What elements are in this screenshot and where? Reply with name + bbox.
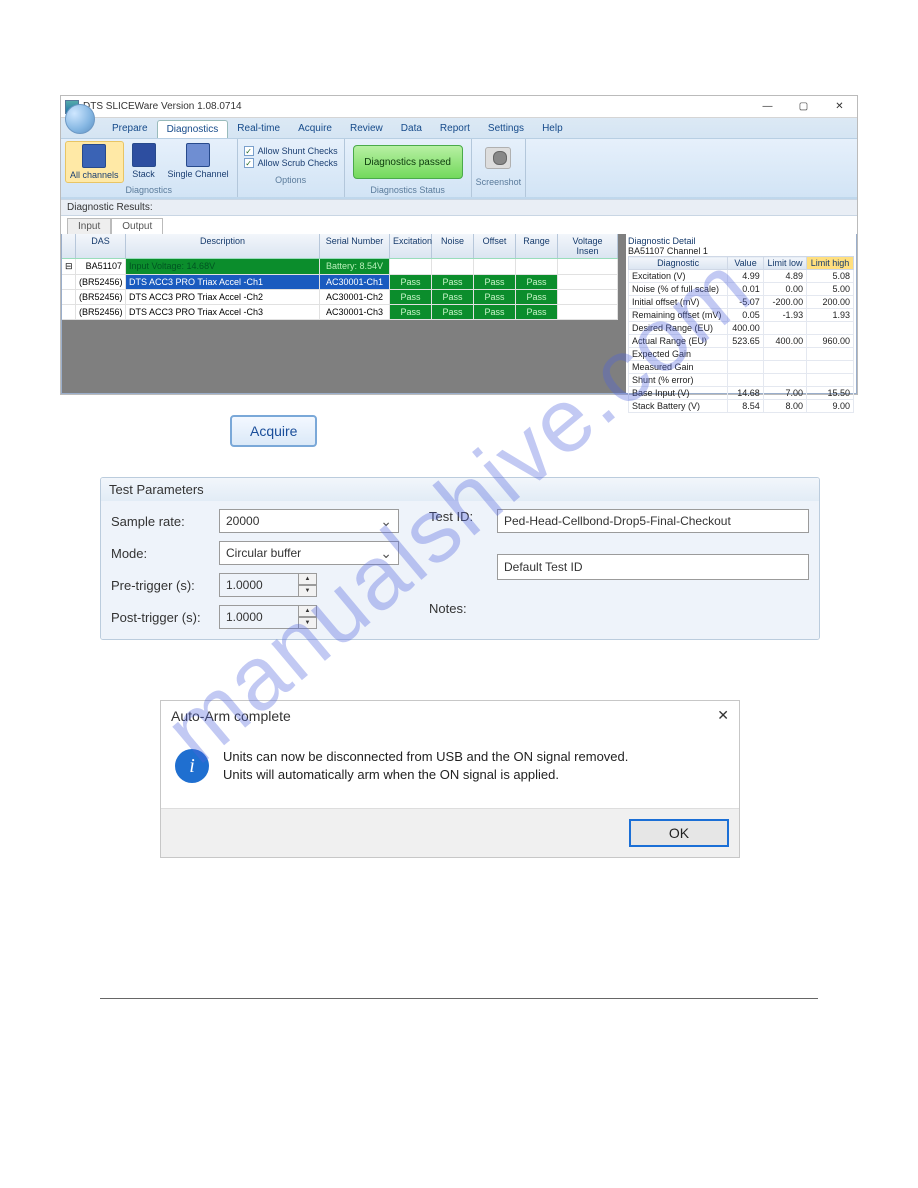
table-row[interactable]: (BR52456) DTS ACC3 PRO Triax Accel -Ch1 … xyxy=(62,275,618,290)
allow-scrub-checkbox[interactable]: ✓Allow Scrub Checks xyxy=(244,157,338,169)
diagnostic-detail-panel: Diagnostic Detail BA51107 Channel 1 Diag… xyxy=(626,234,856,393)
group-options-label: Options xyxy=(275,173,306,187)
stack-icon xyxy=(132,143,156,167)
post-trigger-label: Post-trigger (s): xyxy=(111,610,211,625)
menu-prepare[interactable]: Prepare xyxy=(103,120,157,138)
acquire-button[interactable]: Acquire xyxy=(230,415,317,447)
menu-help[interactable]: Help xyxy=(533,120,572,138)
chevron-up-icon[interactable]: ▲ xyxy=(299,605,317,617)
dialog-close-button[interactable]: ✕ xyxy=(717,707,729,724)
mode-label: Mode: xyxy=(111,546,211,561)
all-channels-icon xyxy=(82,144,106,168)
menu-diagnostics[interactable]: Diagnostics xyxy=(157,120,229,138)
diagnostic-results-label: Diagnostic Results: xyxy=(61,199,857,216)
table-row[interactable]: ⊟ BA51107 Input Voltage: 14.68V Battery:… xyxy=(62,259,618,275)
menu-realtime[interactable]: Real-time xyxy=(228,120,289,138)
sample-rate-combo[interactable]: 20000 xyxy=(219,509,399,533)
menu-settings[interactable]: Settings xyxy=(479,120,533,138)
test-id-label: Test ID: xyxy=(429,509,489,524)
auto-arm-dialog: Auto-Arm complete ✕ i Units can now be d… xyxy=(160,700,740,858)
app-orb-button[interactable] xyxy=(65,104,95,134)
menu-acquire[interactable]: Acquire xyxy=(289,120,341,138)
sample-rate-label: Sample rate: xyxy=(111,514,211,529)
menu-data[interactable]: Data xyxy=(392,120,431,138)
chevron-up-icon[interactable]: ▲ xyxy=(299,573,317,585)
dialog-title: Auto-Arm complete xyxy=(171,708,291,724)
single-channel-icon xyxy=(186,143,210,167)
camera-icon xyxy=(485,147,511,169)
group-diagnostics-label: Diagnostics xyxy=(126,183,173,197)
all-channels-button[interactable]: All channels xyxy=(65,141,124,183)
menu-report[interactable]: Report xyxy=(431,120,479,138)
tab-output[interactable]: Output xyxy=(111,218,163,234)
results-grid[interactable]: DAS Description Serial Number Excitation… xyxy=(62,234,618,393)
chevron-down-icon[interactable]: ▼ xyxy=(299,585,317,597)
pre-trigger-label: Pre-trigger (s): xyxy=(111,578,211,593)
diagnostics-status-indicator: Diagnostics passed xyxy=(353,145,463,179)
mode-combo[interactable]: Circular buffer xyxy=(219,541,399,565)
tab-input[interactable]: Input xyxy=(67,218,111,234)
chevron-down-icon[interactable]: ▼ xyxy=(299,617,317,629)
group-status-label: Diagnostics Status xyxy=(370,183,445,197)
ok-button[interactable]: OK xyxy=(629,819,729,847)
minimize-button[interactable] xyxy=(749,96,785,118)
info-icon: i xyxy=(175,749,209,783)
table-row[interactable]: (BR52456) DTS ACC3 PRO Triax Accel -Ch2 … xyxy=(62,290,618,305)
notes-label: Notes: xyxy=(429,601,489,616)
app-window: DTS SLICEWare Version 1.08.0714 Prepare … xyxy=(60,95,858,395)
test-parameters-panel: Test Parameters Sample rate: 20000 Mode:… xyxy=(100,477,820,640)
maximize-button[interactable] xyxy=(785,96,821,118)
test-id-field[interactable]: Ped-Head-Cellbond-Drop5-Final-Checkout xyxy=(497,509,809,533)
screenshot-button[interactable]: Screenshot xyxy=(476,175,522,189)
close-button[interactable] xyxy=(821,96,857,118)
panel-title: Test Parameters xyxy=(101,478,819,501)
stack-button[interactable]: Stack xyxy=(128,141,160,183)
post-trigger-stepper[interactable]: 1.0000 ▲▼ xyxy=(219,605,399,629)
detail-table: Diagnostic Value Limit low Limit high Ex… xyxy=(628,256,854,413)
dialog-message: Units can now be disconnected from USB a… xyxy=(223,748,628,784)
window-title: DTS SLICEWare Version 1.08.0714 xyxy=(83,101,749,112)
allow-shunt-checkbox[interactable]: ✓Allow Shunt Checks xyxy=(244,145,338,157)
menu-bar: Prepare Diagnostics Real-time Acquire Re… xyxy=(61,120,857,138)
pre-trigger-stepper[interactable]: 1.0000 ▲▼ xyxy=(219,573,399,597)
menu-review[interactable]: Review xyxy=(341,120,392,138)
table-row[interactable]: (BR52456) DTS ACC3 PRO Triax Accel -Ch3 … xyxy=(62,305,618,320)
default-test-id-field[interactable]: Default Test ID xyxy=(497,554,809,580)
single-channel-button[interactable]: Single Channel xyxy=(164,141,233,183)
